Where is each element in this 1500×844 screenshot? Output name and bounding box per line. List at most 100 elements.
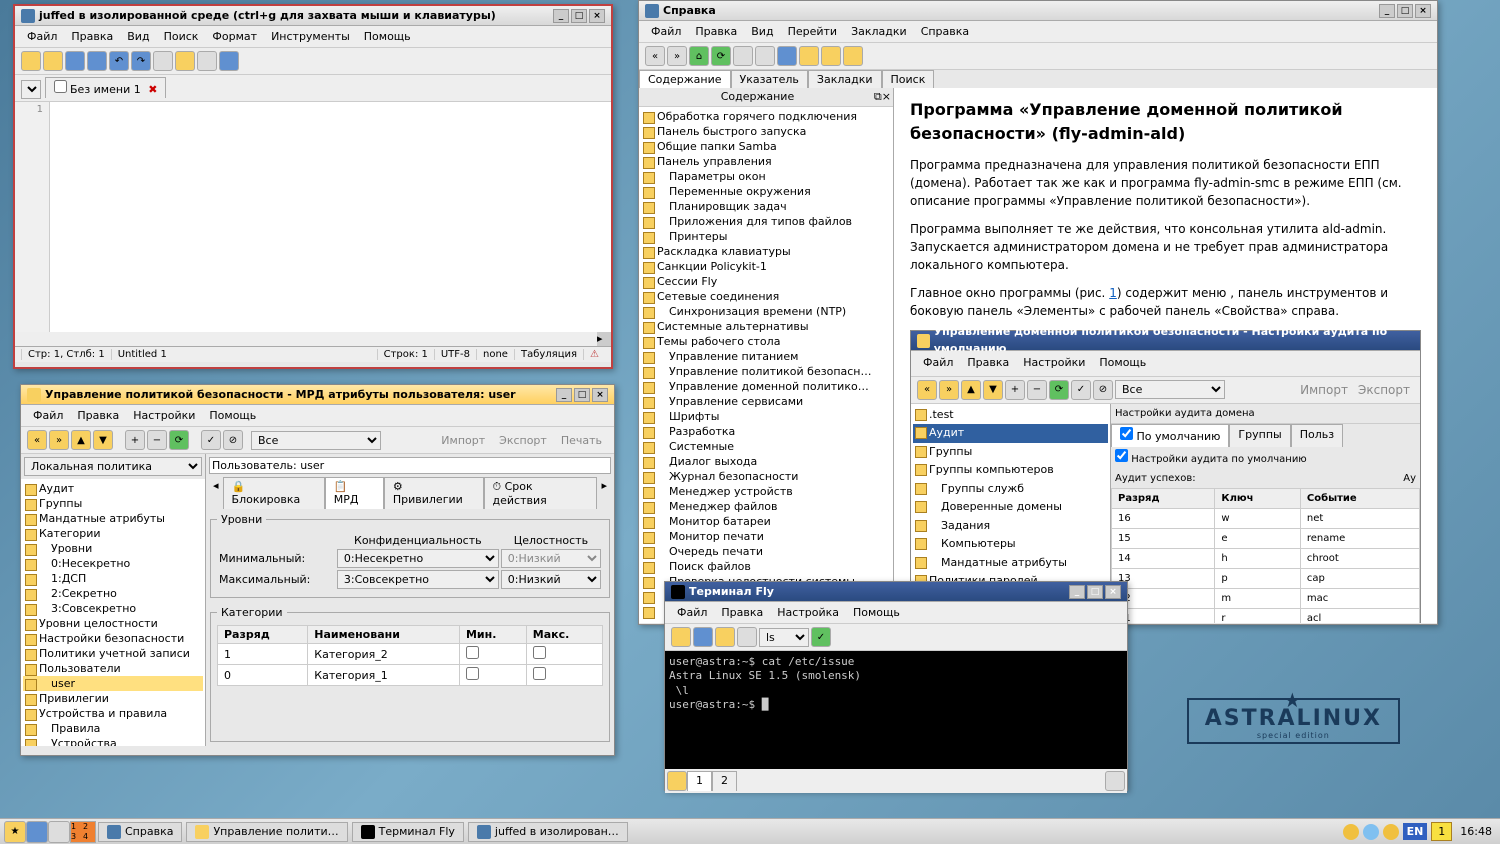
user-field[interactable] (209, 457, 611, 474)
tree-item[interactable]: Настройки безопасности (23, 631, 203, 646)
tree-item[interactable]: Очередь печати (641, 544, 891, 559)
add-icon[interactable]: + (125, 430, 145, 450)
tree-item[interactable]: Правила (23, 721, 203, 736)
int-max-combo[interactable]: 0:Низкий (501, 570, 601, 589)
editor-area[interactable] (50, 102, 611, 332)
find-icon[interactable] (799, 46, 819, 66)
smc-titlebar[interactable]: Управление политикой безопасности - МРД … (21, 385, 614, 405)
reload-icon[interactable]: ⟳ (711, 46, 731, 66)
menu-help[interactable]: Помощь (203, 407, 262, 424)
help-article[interactable]: Программа «Управление доменной политикой… (894, 88, 1437, 623)
tree-item[interactable]: Параметры окон (641, 169, 891, 184)
document-tab[interactable]: Без имени 1 ✖ (45, 77, 167, 98)
start-button[interactable]: ★ (4, 821, 26, 843)
maximize-button[interactable]: □ (1397, 4, 1413, 18)
saveall-icon[interactable] (87, 51, 107, 71)
nav-tab-search[interactable]: Поиск (882, 70, 935, 88)
tree-item[interactable]: Санкции Policykit-1 (641, 259, 891, 274)
find-next-icon[interactable] (821, 46, 841, 66)
menu-file[interactable]: Файл (21, 28, 63, 45)
tree-item[interactable]: Панель быстрого запуска (641, 124, 891, 139)
run-icon[interactable]: ✓ (811, 627, 831, 647)
tray-workspace-badge[interactable]: 1 (1431, 822, 1452, 841)
open-icon[interactable] (43, 51, 63, 71)
tree-item[interactable]: Приложения для типов файлов (641, 214, 891, 229)
task-smc[interactable]: Управление полити… (186, 822, 347, 842)
close-button[interactable]: × (1415, 4, 1431, 18)
table-row[interactable]: 0Категория_1 (218, 665, 603, 686)
nav-tab-bookmarks[interactable]: Закладки (808, 70, 882, 88)
menu-format[interactable]: Формат (206, 28, 263, 45)
menu-bookmarks[interactable]: Закладки (845, 23, 913, 40)
command-combo[interactable]: ls (759, 628, 809, 647)
tree-item[interactable]: Монитор батареи (641, 514, 891, 529)
tree-item[interactable]: Планировщик задач (641, 199, 891, 214)
tree-item[interactable]: 0:Несекретно (23, 556, 203, 571)
new-tab-icon[interactable] (671, 627, 691, 647)
nav-tab-contents[interactable]: Содержание (639, 70, 731, 88)
tray-volume-icon[interactable] (1383, 824, 1399, 840)
filter-combo[interactable]: Все (251, 431, 381, 450)
tree-item[interactable]: Аудит (23, 481, 203, 496)
menu-help[interactable]: Помощь (847, 604, 906, 621)
maximize-button[interactable]: □ (571, 9, 587, 23)
tab-lock[interactable]: 🔒 Блокировка (223, 477, 325, 509)
close-button[interactable]: × (1105, 585, 1121, 599)
tree-item[interactable]: Мандатные атрибуты (913, 554, 1108, 573)
tree-item[interactable]: Сетевые соединения (641, 289, 891, 304)
tree-item[interactable]: Принтеры (641, 229, 891, 244)
nav-up-icon[interactable]: ▲ (71, 430, 91, 450)
tree-item[interactable]: Обработка горячего подключения (641, 109, 891, 124)
tree-item[interactable]: Панель управления (641, 154, 891, 169)
smc-tree[interactable]: АудитГруппыМандатные атрибутыКатегорииУр… (21, 479, 205, 746)
tree-item[interactable]: Менеджер файлов (641, 499, 891, 514)
remove-icon[interactable]: − (147, 430, 167, 450)
tray-keyboard-lang[interactable]: EN (1403, 823, 1428, 840)
tree-item[interactable]: Переменные окружения (641, 184, 891, 199)
paste-icon[interactable] (197, 51, 217, 71)
panel-detach-icon[interactable]: ⧉ (874, 90, 882, 104)
tree-item[interactable]: Системные альтернативы (641, 319, 891, 334)
find-prev-icon[interactable] (843, 46, 863, 66)
doc-selector[interactable] (21, 80, 41, 99)
tree-item[interactable]: Сессии Fly (641, 274, 891, 289)
menu-edit[interactable]: Правка (65, 28, 119, 45)
task-terminal[interactable]: Терминал Fly (352, 822, 464, 842)
nav-tab-index[interactable]: Указатель (731, 70, 808, 88)
task-juffed[interactable]: juffed в изолирован… (468, 822, 628, 842)
tree-item[interactable]: Управление политикой безопасн… (641, 364, 891, 379)
tree-item[interactable]: Устройства (23, 736, 203, 746)
tab-expiry[interactable]: ⏱ Срок действия (484, 477, 598, 509)
menu-tools[interactable]: Инструменты (265, 28, 356, 45)
cancel-icon[interactable]: ⊘ (223, 430, 243, 450)
minimize-button[interactable]: _ (556, 388, 572, 402)
menu-edit[interactable]: Правка (689, 23, 743, 40)
tree-item[interactable]: Диалог выхода (641, 454, 891, 469)
copy-icon[interactable] (715, 627, 735, 647)
apply-icon[interactable]: ✓ (201, 430, 221, 450)
nav-down-icon[interactable]: ▼ (93, 430, 113, 450)
menu-file[interactable]: Файл (645, 23, 687, 40)
menu-help[interactable]: Справка (915, 23, 975, 40)
export-button[interactable]: Экспорт (493, 434, 553, 447)
tree-item[interactable]: Управление сервисами (641, 394, 891, 409)
tree-item[interactable]: Синхронизация времени (NTP) (641, 304, 891, 319)
tree-item[interactable]: Аудит (913, 424, 1108, 443)
int-min-combo[interactable]: 0:Низкий (501, 549, 601, 568)
menu-help[interactable]: Помощь (358, 28, 417, 45)
tab-privileges[interactable]: ⚙ Привилегии (384, 477, 484, 509)
close-tab-icon[interactable] (693, 627, 713, 647)
nav-fwd-icon[interactable]: » (49, 430, 69, 450)
conf-max-combo[interactable]: 3:Совсекретно (337, 570, 499, 589)
menu-settings[interactable]: Настройки (127, 407, 201, 424)
copy-icon[interactable] (175, 51, 195, 71)
menu-edit[interactable]: Правка (71, 407, 125, 424)
maximize-button[interactable]: □ (1087, 585, 1103, 599)
tree-item[interactable]: Темы рабочего стола (641, 334, 891, 349)
nav-fwd-icon[interactable]: » (667, 46, 687, 66)
tree-item[interactable]: Мандатные атрибуты (23, 511, 203, 526)
redo-icon[interactable]: ↷ (131, 51, 151, 71)
menu-file[interactable]: Файл (27, 407, 69, 424)
undo-icon[interactable]: ↶ (109, 51, 129, 71)
minimize-button[interactable]: _ (553, 9, 569, 23)
